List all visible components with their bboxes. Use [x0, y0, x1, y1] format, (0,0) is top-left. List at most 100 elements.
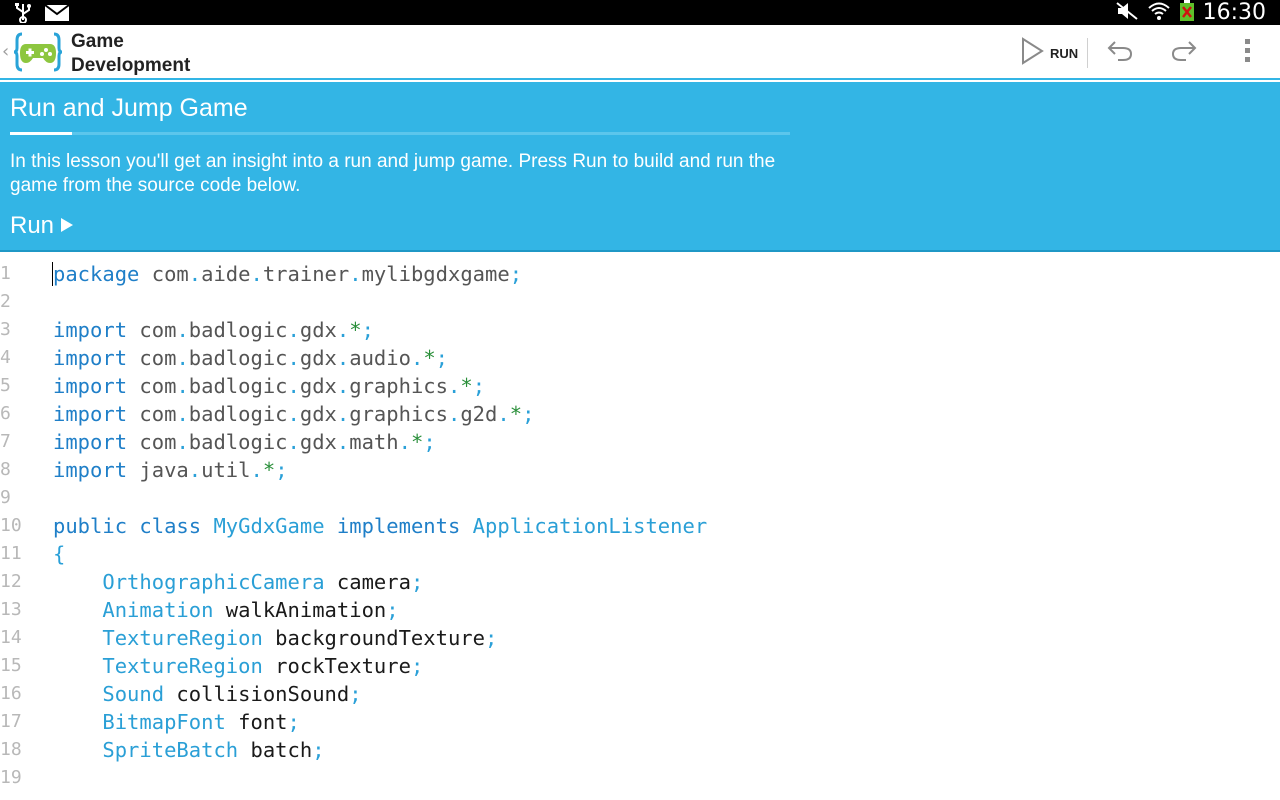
lesson-run-label: Run [10, 212, 55, 239]
line-number: 11 [0, 543, 22, 564]
code-line[interactable]: 16 Sound collisionSound; [0, 680, 1280, 708]
code-text: BitmapFont font; [53, 708, 299, 736]
code-text: import com.badlogic.gdx.audio.*; [53, 344, 448, 372]
code-token: * [349, 318, 362, 342]
code-token: com [127, 346, 177, 370]
code-token: Sound [102, 682, 165, 706]
code-token: OrthographicCamera [102, 570, 325, 594]
code-line[interactable]: 6 import com.badlogic.gdx.graphics.g2d.*; [0, 400, 1280, 428]
code-token: . [336, 318, 350, 342]
code-line[interactable]: 13 Animation walkAnimation; [0, 596, 1280, 624]
code-token: public [53, 514, 128, 538]
code-token: ; [349, 682, 362, 706]
code-line[interactable]: 17 BitmapFont font; [0, 708, 1280, 736]
play-icon [60, 212, 74, 240]
code-text: public class MyGdxGame implements Applic… [53, 512, 707, 540]
code-token: gdx [299, 430, 337, 454]
code-token: ; [522, 402, 535, 426]
code-line[interactable]: 18 SpriteBatch batch; [0, 736, 1280, 764]
wifi-icon [1147, 1, 1171, 25]
app-logo-icon[interactable] [13, 31, 63, 73]
code-token: gdx [299, 346, 337, 370]
line-number: 5 [0, 375, 11, 396]
code-line[interactable]: 19 [0, 764, 1280, 792]
line-number: 3 [0, 319, 11, 340]
code-token: badlogic [188, 374, 288, 398]
run-icon [1020, 37, 1044, 69]
app-title[interactable]: Game Development [71, 30, 190, 78]
code-text: TextureRegion rockTexture; [53, 652, 423, 680]
usb-icon [14, 3, 32, 27]
back-chevron-icon[interactable]: ‹ [2, 41, 9, 62]
run-button[interactable]: RUN [1020, 37, 1078, 69]
code-token: BitmapFont [102, 710, 226, 734]
code-token: . [336, 374, 350, 398]
code-token: ; [410, 654, 424, 678]
code-token: ; [509, 262, 523, 286]
code-editor[interactable]: 1 package com.aide.trainer.mylibgdxgame; 2… [0, 254, 1280, 800]
line-number: 2 [0, 291, 11, 312]
code-line[interactable]: 4 import com.badlogic.gdx.audio.*; [0, 344, 1280, 372]
code-token: badlogic [188, 402, 288, 426]
code-token: . [287, 402, 300, 426]
code-line[interactable]: 12 OrthographicCamera camera; [0, 568, 1280, 596]
code-token: ; [472, 374, 486, 398]
code-token: import [53, 430, 128, 454]
code-token: . [250, 458, 263, 482]
code-line[interactable]: 8 import java.util.*; [0, 456, 1280, 484]
line-number: 8 [0, 459, 11, 480]
overflow-menu-button[interactable] [1232, 37, 1264, 69]
lesson-progress [10, 132, 790, 135]
code-line[interactable]: 14 TextureRegion backgroundTexture; [0, 624, 1280, 652]
app-title-line1: Game [71, 31, 124, 52]
code-token: . [398, 430, 411, 454]
code-token: import [53, 374, 128, 398]
lesson-run-button[interactable]: Run [10, 212, 74, 240]
line-number: 1 [0, 263, 11, 284]
code-token: util [201, 458, 251, 482]
code-token: . [448, 374, 461, 398]
undo-button[interactable] [1104, 37, 1136, 69]
redo-icon [1170, 39, 1198, 67]
code-token: graphics [349, 374, 448, 398]
line-number: 12 [0, 571, 22, 592]
code-token: aide [201, 262, 251, 286]
code-line[interactable]: 10 public class MyGdxGame implements Appl… [0, 512, 1280, 540]
code-token: . [176, 346, 189, 370]
code-token: import [53, 346, 128, 370]
code-token: walkAnimation [213, 598, 387, 622]
code-token: class [139, 514, 202, 538]
code-token: TextureRegion [102, 654, 263, 678]
code-token: . [287, 318, 300, 342]
status-time: 16:30 [1202, 0, 1266, 25]
code-token: mylibgdxgame [361, 262, 510, 286]
code-line[interactable]: 7 import com.badlogic.gdx.math.*; [0, 428, 1280, 456]
code-token: math [349, 430, 399, 454]
text-caret [52, 262, 53, 286]
code-token: . [287, 374, 300, 398]
code-line[interactable]: 15 TextureRegion rockTexture; [0, 652, 1280, 680]
code-text: OrthographicCamera camera; [53, 568, 423, 596]
code-token: * [262, 458, 276, 482]
code-text: import com.badlogic.gdx.graphics.g2d.*; [53, 400, 534, 428]
line-number: 13 [0, 599, 22, 620]
line-number: 4 [0, 347, 11, 368]
code-line[interactable]: 9 [0, 484, 1280, 512]
code-token: ; [423, 430, 436, 454]
code-line[interactable]: 3 import com.badlogic.gdx.*; [0, 316, 1280, 344]
code-line[interactable]: 5 import com.badlogic.gdx.graphics.*; [0, 372, 1280, 400]
code-line[interactable]: 1 package com.aide.trainer.mylibgdxgame; [0, 260, 1280, 288]
code-line[interactable]: 11 { [0, 540, 1280, 568]
code-token: ; [275, 458, 288, 482]
code-text: import com.badlogic.gdx.*; [53, 316, 374, 344]
code-token: . [176, 430, 189, 454]
redo-button[interactable] [1168, 37, 1200, 69]
code-token: g2d [460, 402, 498, 426]
code-token: ; [435, 346, 448, 370]
code-token: audio [349, 346, 411, 370]
code-line[interactable]: 2 [0, 288, 1280, 316]
code-token: collisionSound [164, 682, 350, 706]
line-number: 10 [0, 515, 22, 536]
